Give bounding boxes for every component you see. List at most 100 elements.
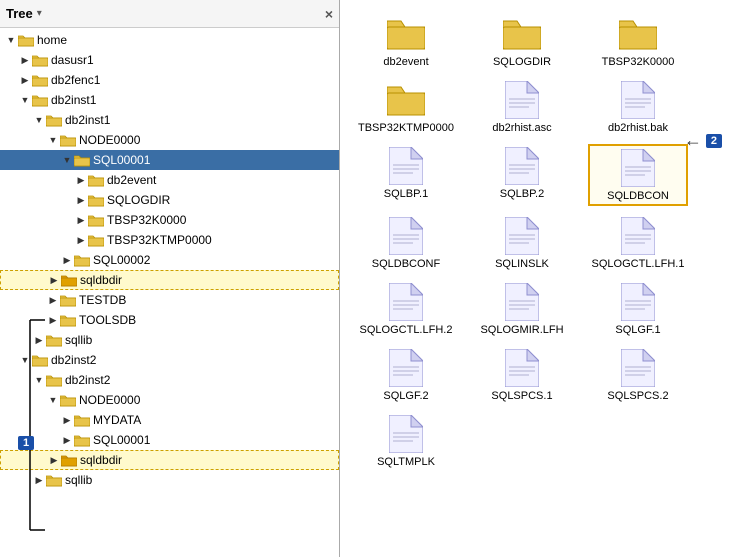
folder-icon: [60, 313, 76, 327]
folder-icon: [61, 453, 77, 467]
tree-node-label: db2fenc1: [51, 73, 100, 87]
annotation-1: 1: [18, 435, 34, 449]
tree-expander[interactable]: ▶: [46, 313, 60, 327]
file-item[interactable]: db2rhist.asc: [472, 78, 572, 136]
tree-expander[interactable]: ▼: [32, 113, 46, 127]
tree-row[interactable]: ▶ SQL00002: [0, 250, 339, 270]
file-item[interactable]: SQLDBCONF: [356, 214, 456, 272]
tree-expander[interactable]: ▶: [32, 473, 46, 487]
tree-row[interactable]: ▶ db2fenc1: [0, 70, 339, 90]
tree-expander[interactable]: ▶: [32, 333, 46, 347]
file-item[interactable]: db2rhist.bak: [588, 78, 688, 136]
folder-icon: [46, 373, 62, 387]
tree-body: ▼ home ▶ dasusr1 ▶ db2fenc1 ▼ db2inst1 ▼: [0, 28, 339, 557]
annotation-badge-2: 2: [706, 134, 722, 148]
file-item[interactable]: SQLOGDIR: [472, 12, 572, 70]
file-item[interactable]: SQLOGMIR.LFH: [472, 280, 572, 338]
file-label: SQLOGCTL.LFH.2: [360, 324, 453, 336]
tree-row[interactable]: ▶ TOOLSDB: [0, 310, 339, 330]
tree-expander[interactable]: ▶: [18, 53, 32, 67]
folder-icon: [60, 133, 76, 147]
tree-expander[interactable]: ▼: [32, 373, 46, 387]
tree-expander[interactable]: ▶: [47, 453, 61, 467]
tree-row[interactable]: ▶ TBSP32KTMP0000: [0, 230, 339, 250]
file-item[interactable]: TBSP32K0000: [588, 12, 688, 70]
file-item[interactable]: SQLBP.1: [356, 144, 456, 206]
tree-row[interactable]: ▶ MYDATA: [0, 410, 339, 430]
tree-expander[interactable]: ▶: [74, 233, 88, 247]
file-icon: [618, 348, 658, 388]
file-item[interactable]: SQLOGCTL.LFH.1: [588, 214, 688, 272]
file-icon: [386, 80, 426, 120]
tree-expander[interactable]: ▼: [46, 133, 60, 147]
file-item[interactable]: SQLGF.2: [356, 346, 456, 404]
tree-node-label: db2inst2: [65, 373, 110, 387]
tree-row[interactable]: ▼ db2inst2: [0, 370, 339, 390]
tree-expander[interactable]: ▼: [18, 353, 32, 367]
tree-row[interactable]: ▶ db2event: [0, 170, 339, 190]
file-icon: [386, 348, 426, 388]
tree-expander[interactable]: ▶: [46, 293, 60, 307]
tree-title: Tree: [6, 6, 33, 21]
tree-node-label: TBSP32K0000: [107, 213, 186, 227]
tree-row[interactable]: ▶ sqldbdir: [0, 270, 339, 290]
tree-expander[interactable]: ▼: [18, 93, 32, 107]
file-item[interactable]: SQLBP.2: [472, 144, 572, 206]
tree-expander[interactable]: ▶: [18, 73, 32, 87]
file-label: SQLTMPLK: [377, 456, 435, 468]
folder-icon: [88, 193, 104, 207]
tree-node-label: db2inst1: [51, 93, 96, 107]
folder-icon: [74, 153, 90, 167]
file-item[interactable]: SQLDBCON: [588, 144, 688, 206]
tree-expander[interactable]: ▶: [60, 433, 74, 447]
file-label: db2rhist.asc: [492, 122, 551, 134]
tree-row[interactable]: ▶ TESTDB: [0, 290, 339, 310]
folder-icon: [46, 473, 62, 487]
tree-row[interactable]: ▶ sqldbdir: [0, 450, 339, 470]
tree-node-label: SQL00002: [93, 253, 150, 267]
tree-row[interactable]: ▼ NODE0000: [0, 130, 339, 150]
file-item[interactable]: SQLSPCS.2: [588, 346, 688, 404]
tree-row[interactable]: ▼ db2inst1: [0, 110, 339, 130]
tree-row[interactable]: ▼ db2inst1: [0, 90, 339, 110]
tree-expander[interactable]: ▶: [60, 413, 74, 427]
file-icon: [386, 282, 426, 322]
tree-row[interactable]: ▶ TBSP32K0000: [0, 210, 339, 230]
tree-panel: Tree ▾ × ▼ home ▶ dasusr1 ▶ db2fenc1 ▼: [0, 0, 340, 557]
tree-row[interactable]: ▼ home: [0, 30, 339, 50]
file-icon: [502, 14, 542, 54]
tree-node-label: sqllib: [65, 333, 92, 347]
tree-expander[interactable]: ▼: [4, 33, 18, 47]
file-icon: [618, 80, 658, 120]
file-label: SQLINSLK: [495, 258, 549, 270]
annotation-arrow-icon: ←: [684, 130, 702, 151]
tree-row[interactable]: ▼ db2inst2: [0, 350, 339, 370]
tree-expander[interactable]: ▶: [60, 253, 74, 267]
tree-expander[interactable]: ▶: [74, 213, 88, 227]
file-item[interactable]: SQLINSLK: [472, 214, 572, 272]
tree-expander[interactable]: ▼: [60, 153, 74, 167]
file-item[interactable]: SQLSPCS.1: [472, 346, 572, 404]
file-item[interactable]: SQLGF.1: [588, 280, 688, 338]
tree-row[interactable]: ▼ SQL00001: [0, 150, 339, 170]
tree-row[interactable]: ▶ SQLOGDIR: [0, 190, 339, 210]
tree-dropdown-icon[interactable]: ▾: [37, 8, 42, 19]
folder-icon: [46, 333, 62, 347]
file-icon: [502, 80, 542, 120]
tree-expander[interactable]: ▼: [46, 393, 60, 407]
tree-row[interactable]: ▶ dasusr1: [0, 50, 339, 70]
tree-row[interactable]: ▼ NODE0000: [0, 390, 339, 410]
file-icon: [502, 146, 542, 186]
tree-row[interactable]: ▶ SQL00001: [0, 430, 339, 450]
file-item[interactable]: TBSP32KTMP0000: [356, 78, 456, 136]
tree-row[interactable]: ▶ sqllib: [0, 470, 339, 490]
close-button[interactable]: ×: [325, 7, 333, 21]
tree-expander[interactable]: ▶: [47, 273, 61, 287]
file-item[interactable]: SQLOGCTL.LFH.2: [356, 280, 456, 338]
tree-expander[interactable]: ▶: [74, 193, 88, 207]
file-item[interactable]: db2event: [356, 12, 456, 70]
tree-expander[interactable]: ▶: [74, 173, 88, 187]
tree-row[interactable]: ▶ sqllib: [0, 330, 339, 350]
file-item[interactable]: SQLTMPLK: [356, 412, 456, 470]
tree-node-label: home: [37, 33, 67, 47]
